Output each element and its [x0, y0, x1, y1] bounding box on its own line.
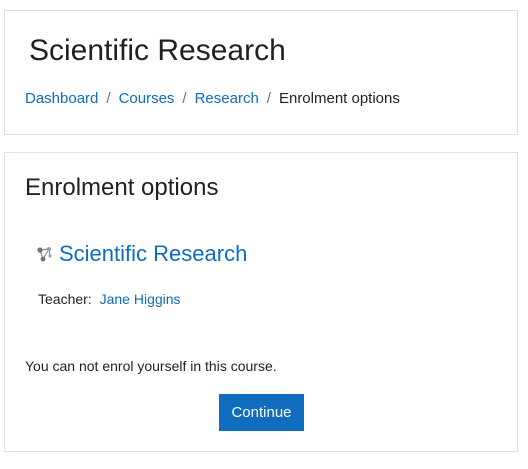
enrolment-panel: Enrolment options Scientific Research Te… — [4, 152, 518, 452]
course-network-icon — [37, 246, 53, 262]
breadcrumb-courses[interactable]: Courses — [119, 90, 175, 107]
breadcrumb-current: Enrolment options — [278, 90, 400, 107]
continue-button[interactable]: Continue — [219, 394, 304, 431]
breadcrumb-dashboard[interactable]: Dashboard — [25, 90, 98, 107]
enrol-notice: You can not enrol yourself in this cours… — [25, 358, 277, 374]
breadcrumb: Dashboard / Courses / Research / Enrolme… — [25, 90, 400, 107]
course-name-link[interactable]: Scientific Research — [59, 241, 247, 267]
teacher-info: Teacher: Jane Higgins — [38, 291, 181, 307]
course-heading: Scientific Research — [37, 241, 247, 267]
breadcrumb-research[interactable]: Research — [195, 90, 259, 107]
breadcrumb-separator: / — [266, 90, 271, 107]
teacher-name-link[interactable]: Jane Higgins — [100, 291, 181, 307]
page-title: Scientific Research — [29, 34, 286, 67]
breadcrumb-separator: / — [106, 90, 111, 107]
teacher-label: Teacher: — [38, 291, 92, 307]
section-title: Enrolment options — [25, 174, 219, 201]
breadcrumb-separator: / — [182, 90, 187, 107]
page-header: Scientific Research Dashboard / Courses … — [4, 10, 518, 135]
